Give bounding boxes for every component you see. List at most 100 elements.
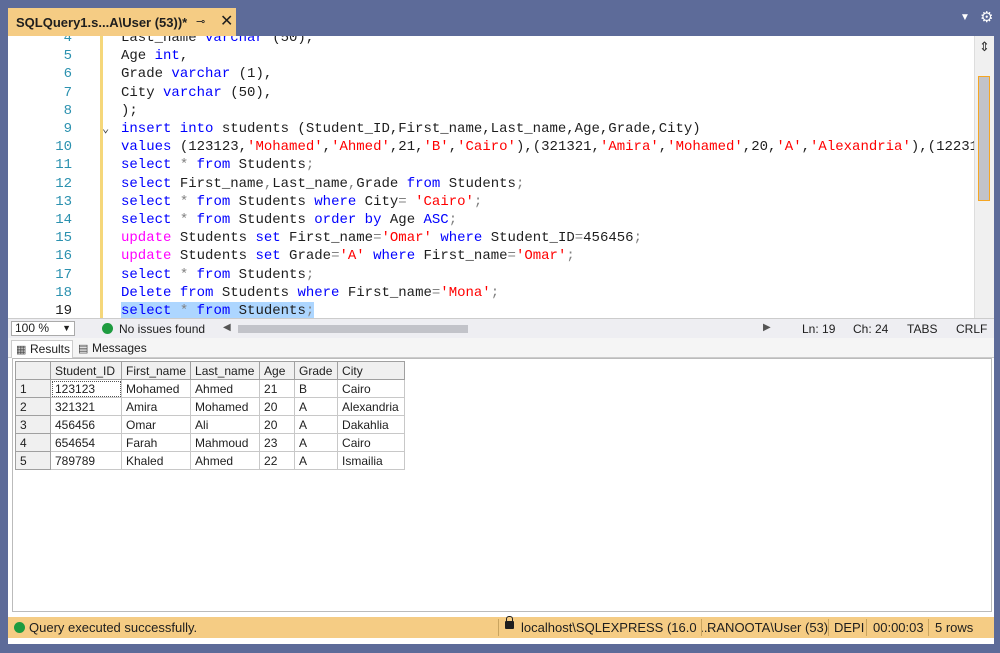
line-number: 13 — [55, 193, 72, 210]
table-row[interactable]: 3 456456 Omar Ali 20 A Dakahlia — [15, 415, 406, 434]
code-line[interactable]: 5 Age int, — [8, 47, 974, 65]
table-cell[interactable]: A — [294, 451, 339, 470]
code-line[interactable]: 15 update Students set First_name = 'Omar' … — [8, 229, 974, 247]
pin-icon[interactable]: ⊸ — [196, 15, 205, 28]
scroll-right-icon[interactable]: ▶ — [763, 322, 771, 333]
table-cell[interactable]: Farah — [120, 433, 192, 452]
table-cell[interactable]: Amira — [120, 397, 192, 416]
table-cell[interactable]: 20 — [259, 415, 296, 434]
scroll-left-icon[interactable]: ◀ — [223, 322, 231, 333]
code-token: 'Omar' — [515, 248, 567, 265]
tab-messages[interactable]: ▤ Messages — [74, 340, 147, 358]
code-token: 'Mohamed' — [667, 139, 743, 156]
line-number: 16 — [55, 248, 72, 265]
table-cell[interactable]: 20 — [259, 397, 296, 416]
results-table[interactable]: Student_ID First_name Last_name Age Grade Cit… — [15, 361, 406, 470]
table-cell[interactable]: 456456 — [50, 415, 122, 434]
code-token: 'A' — [776, 139, 802, 156]
code-token: select — [121, 266, 172, 283]
gear-icon[interactable]: ⚙ — [980, 8, 993, 26]
table-cell[interactable]: Mahmoud — [190, 433, 261, 452]
code-token: where — [314, 193, 357, 210]
chevron-down-icon[interactable]: ▼ — [960, 12, 970, 23]
table-cell[interactable]: Mohamed — [120, 379, 192, 398]
code-line[interactable]: 9 ⌄ insert into students (Student_ID,First… — [8, 120, 974, 138]
table-cell[interactable]: A — [294, 433, 339, 452]
table-cell[interactable]: 123123 — [50, 379, 122, 398]
table-cell[interactable]: 23 — [259, 433, 296, 452]
horizontal-scrollbar[interactable]: ◀ ▶ — [223, 322, 773, 335]
code-line[interactable]: 7 City varchar (50), — [8, 84, 974, 102]
column-header[interactable]: Student_ID — [50, 361, 122, 380]
column-header[interactable]: Grade — [294, 361, 339, 380]
table-cell[interactable]: A — [294, 397, 339, 416]
table-cell[interactable]: B — [294, 379, 339, 398]
results-grid[interactable]: Student_ID First_name Last_name Age Grade Cit… — [12, 358, 992, 612]
code-line[interactable]: 10 values (123123,'Mohamed','Ahmed',21,'B… — [8, 138, 974, 156]
column-header[interactable]: City — [337, 361, 406, 380]
table-cell[interactable]: Cairo — [337, 433, 406, 452]
code-line[interactable]: 4 Last_name varchar (50), — [8, 36, 974, 47]
table-cell[interactable]: Omar — [120, 415, 192, 434]
row-number[interactable]: 1 — [15, 379, 51, 398]
code-token: Students — [230, 212, 315, 228]
line-number: 17 — [55, 266, 72, 283]
table-cell[interactable]: Khaled — [120, 451, 192, 470]
fold-icon[interactable]: ⌄ — [102, 120, 109, 138]
row-number[interactable]: 3 — [15, 415, 51, 434]
column-header[interactable]: Age — [259, 361, 296, 380]
code-token: , — [801, 139, 811, 156]
table-cell[interactable]: Alexandria — [337, 397, 406, 416]
table-cell[interactable]: Ahmed — [190, 379, 261, 398]
code-editor[interactable]: 4 Last_name varchar (50), 5 Age int, 6 Grade … — [8, 36, 974, 318]
column-header[interactable]: Last_name — [190, 361, 261, 380]
table-row[interactable]: 2 321321 Amira Mohamed 20 A Alexandria — [15, 397, 406, 416]
code-line[interactable]: 14 select * from Students order by Age AS… — [8, 211, 974, 229]
scrollbar-thumb[interactable] — [238, 325, 468, 333]
table-cell[interactable]: 21 — [259, 379, 296, 398]
code-line[interactable]: 16 update Students set Grade = 'A' where Fi… — [8, 247, 974, 265]
split-icon[interactable]: ⇕ — [979, 39, 990, 55]
table-row[interactable]: 1 123123 Mohamed Ahmed 21 B Cairo — [15, 379, 406, 398]
table-row[interactable]: 4 654654 Farah Mahmoud 23 A Cairo — [15, 433, 406, 452]
code-line[interactable]: 13 select * from Students where City= 'Ca… — [8, 193, 974, 211]
table-cell[interactable]: Ali — [190, 415, 261, 434]
code-line[interactable]: 19 select * from Students; — [8, 302, 974, 318]
code-token: 'Omar' — [381, 230, 432, 247]
row-number[interactable]: 4 — [15, 433, 51, 452]
tab-results[interactable]: ▦ Results — [11, 340, 73, 358]
table-cell[interactable]: A — [294, 415, 339, 434]
code-token: Age — [381, 212, 424, 228]
table-cell[interactable]: 22 — [259, 451, 296, 470]
code-line[interactable]: 6 Grade varchar (1), — [8, 65, 974, 83]
close-icon[interactable]: ✕ — [220, 11, 233, 31]
row-number[interactable]: 2 — [15, 397, 51, 416]
code-line[interactable]: 18 Delete from Students where First_name=… — [8, 284, 974, 302]
table-cell[interactable]: Ahmed — [190, 451, 261, 470]
code-line[interactable]: 17 select * from Students; — [8, 266, 974, 284]
code-line[interactable]: 11 select * from Students; — [8, 156, 974, 174]
row-number[interactable]: 5 — [15, 451, 51, 470]
tab-results-label: Results — [30, 342, 71, 356]
table-cell[interactable]: Ismailia — [337, 451, 406, 470]
vertical-scrollbar[interactable]: ⇕ — [974, 36, 994, 318]
table-cell[interactable]: Mohamed — [190, 397, 261, 416]
table-cell[interactable]: 789789 — [50, 451, 122, 470]
code-line[interactable]: 12 select First_name,Last_name,Grade from… — [8, 175, 974, 193]
code-token: ; — [633, 230, 642, 247]
column-header[interactable]: First_name — [120, 361, 192, 380]
table-cell[interactable]: 654654 — [50, 433, 122, 452]
code-token: ; — [473, 193, 483, 210]
zoom-select[interactable]: 100 % ▼ — [11, 321, 75, 336]
grid-corner[interactable] — [15, 361, 51, 380]
issues-label[interactable]: No issues found — [119, 322, 205, 336]
table-cell[interactable]: Cairo — [337, 379, 406, 398]
table-cell[interactable]: Dakahlia — [337, 415, 406, 434]
scrollbar-thumb[interactable] — [978, 76, 990, 201]
table-cell[interactable]: 321321 — [50, 397, 122, 416]
code-line[interactable]: 8); — [8, 102, 974, 120]
document-tab[interactable]: SQLQuery1.s...A\User (53))* ⊸ ✕ — [8, 8, 236, 36]
table-row[interactable]: 5 789789 Khaled Ahmed 22 A Ismailia — [15, 451, 406, 470]
